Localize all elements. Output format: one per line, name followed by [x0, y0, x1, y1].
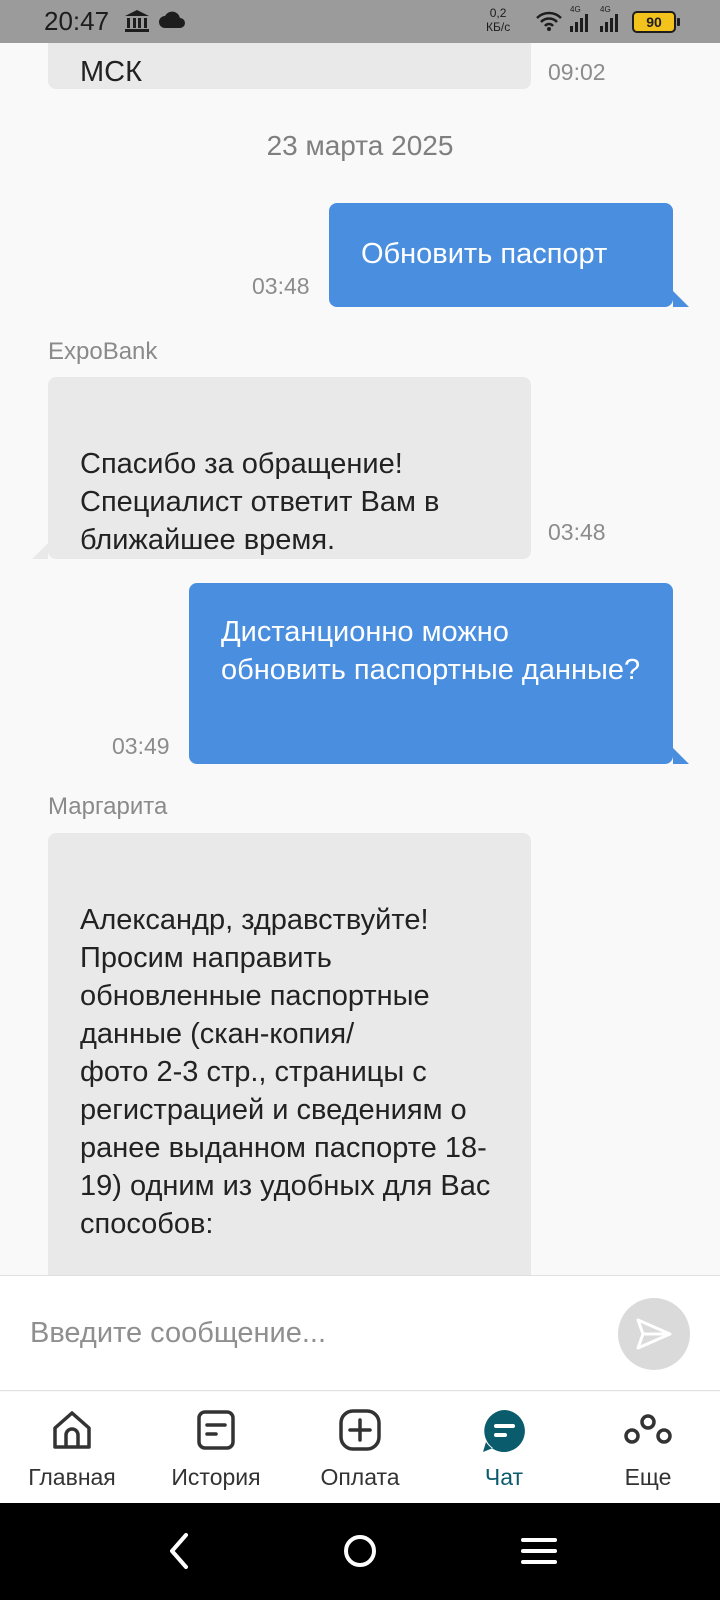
- nav-label: Еще: [624, 1464, 672, 1490]
- nav-label: Оплата: [320, 1464, 400, 1490]
- home-system-button[interactable]: [336, 1525, 384, 1582]
- bottom-navigation: Главная История Оплата Чат Еще: [0, 1392, 720, 1503]
- payment-plus-icon: [339, 1409, 381, 1451]
- message-sender: Маргарита: [48, 793, 168, 820]
- nav-item-history[interactable]: История: [144, 1392, 288, 1503]
- message-bubble-outgoing: Дистанционно можно обновить паспортные д…: [189, 583, 689, 764]
- message-time: 09:02: [548, 59, 606, 85]
- back-button[interactable]: [160, 1525, 200, 1582]
- message-input-bar: [0, 1275, 720, 1391]
- message-bubble-outgoing: Обновить паспорт: [329, 203, 689, 307]
- network-speed-unit: КБ/с: [486, 20, 511, 34]
- recents-button[interactable]: [516, 1525, 562, 1582]
- message-bubble-incoming: Спасибо за обращение! Специалист ответит…: [32, 377, 531, 559]
- message-text: Александр, здравствуйте! Просим направит…: [80, 904, 491, 1240]
- message-bubble-incoming: МСК: [48, 43, 531, 89]
- bank-icon: [125, 10, 149, 32]
- battery-level: 90: [646, 14, 662, 30]
- network-speed: 0,2 КБ/с: [486, 6, 510, 34]
- signal-4g-icon: 4G: [600, 5, 618, 32]
- nav-item-home[interactable]: Главная: [0, 1392, 144, 1503]
- message-time: 03:48: [252, 273, 310, 299]
- history-icon: [197, 1410, 235, 1450]
- svg-text:4G: 4G: [570, 5, 581, 14]
- signal-4g-icon: 4G: [570, 5, 588, 32]
- status-time: 20:47: [44, 6, 110, 36]
- nav-item-chat[interactable]: Чат: [432, 1392, 576, 1503]
- nav-label: Чат: [484, 1464, 524, 1490]
- cloud-icon: [159, 11, 185, 28]
- chat-message-list[interactable]: МСК 09:02 23 марта 2025 Обновить паспорт…: [0, 43, 720, 1275]
- nav-label: Главная: [28, 1464, 116, 1490]
- circle-home-icon: [344, 1535, 376, 1567]
- network-speed-value: 0,2: [489, 6, 507, 20]
- date-separator: 23 марта 2025: [266, 130, 454, 161]
- message-time: 03:48: [548, 519, 606, 545]
- message-bubble-incoming: Александр, здравствуйте! Просим направит…: [48, 833, 531, 1275]
- message-sender: ExpoBank: [48, 338, 158, 365]
- message-text: Дистанционно можно обновить паспортные д…: [221, 616, 641, 686]
- back-icon: [170, 1533, 188, 1569]
- more-icon: [624, 1414, 672, 1444]
- battery-icon: 90: [632, 11, 680, 33]
- home-icon: [53, 1411, 91, 1449]
- nav-item-more[interactable]: Еще: [576, 1392, 720, 1503]
- chat-icon: [483, 1410, 525, 1452]
- message-text: МСК: [80, 56, 142, 88]
- system-navigation-bar: [0, 1503, 720, 1600]
- send-icon: [636, 1318, 672, 1350]
- svg-text:4G: 4G: [600, 5, 611, 14]
- status-bar: 20:47 0,2 КБ/с 4G 4G 90: [0, 0, 720, 43]
- nav-label: История: [171, 1464, 261, 1490]
- menu-icon: [521, 1538, 557, 1564]
- message-input[interactable]: [30, 1306, 570, 1360]
- message-time: 03:49: [112, 733, 170, 759]
- wifi-icon: [536, 11, 562, 31]
- send-button[interactable]: [618, 1298, 690, 1370]
- message-text: Обновить паспорт: [361, 238, 608, 270]
- message-text: Спасибо за обращение! Специалист ответит…: [80, 448, 440, 556]
- nav-item-payment[interactable]: Оплата: [288, 1392, 432, 1503]
